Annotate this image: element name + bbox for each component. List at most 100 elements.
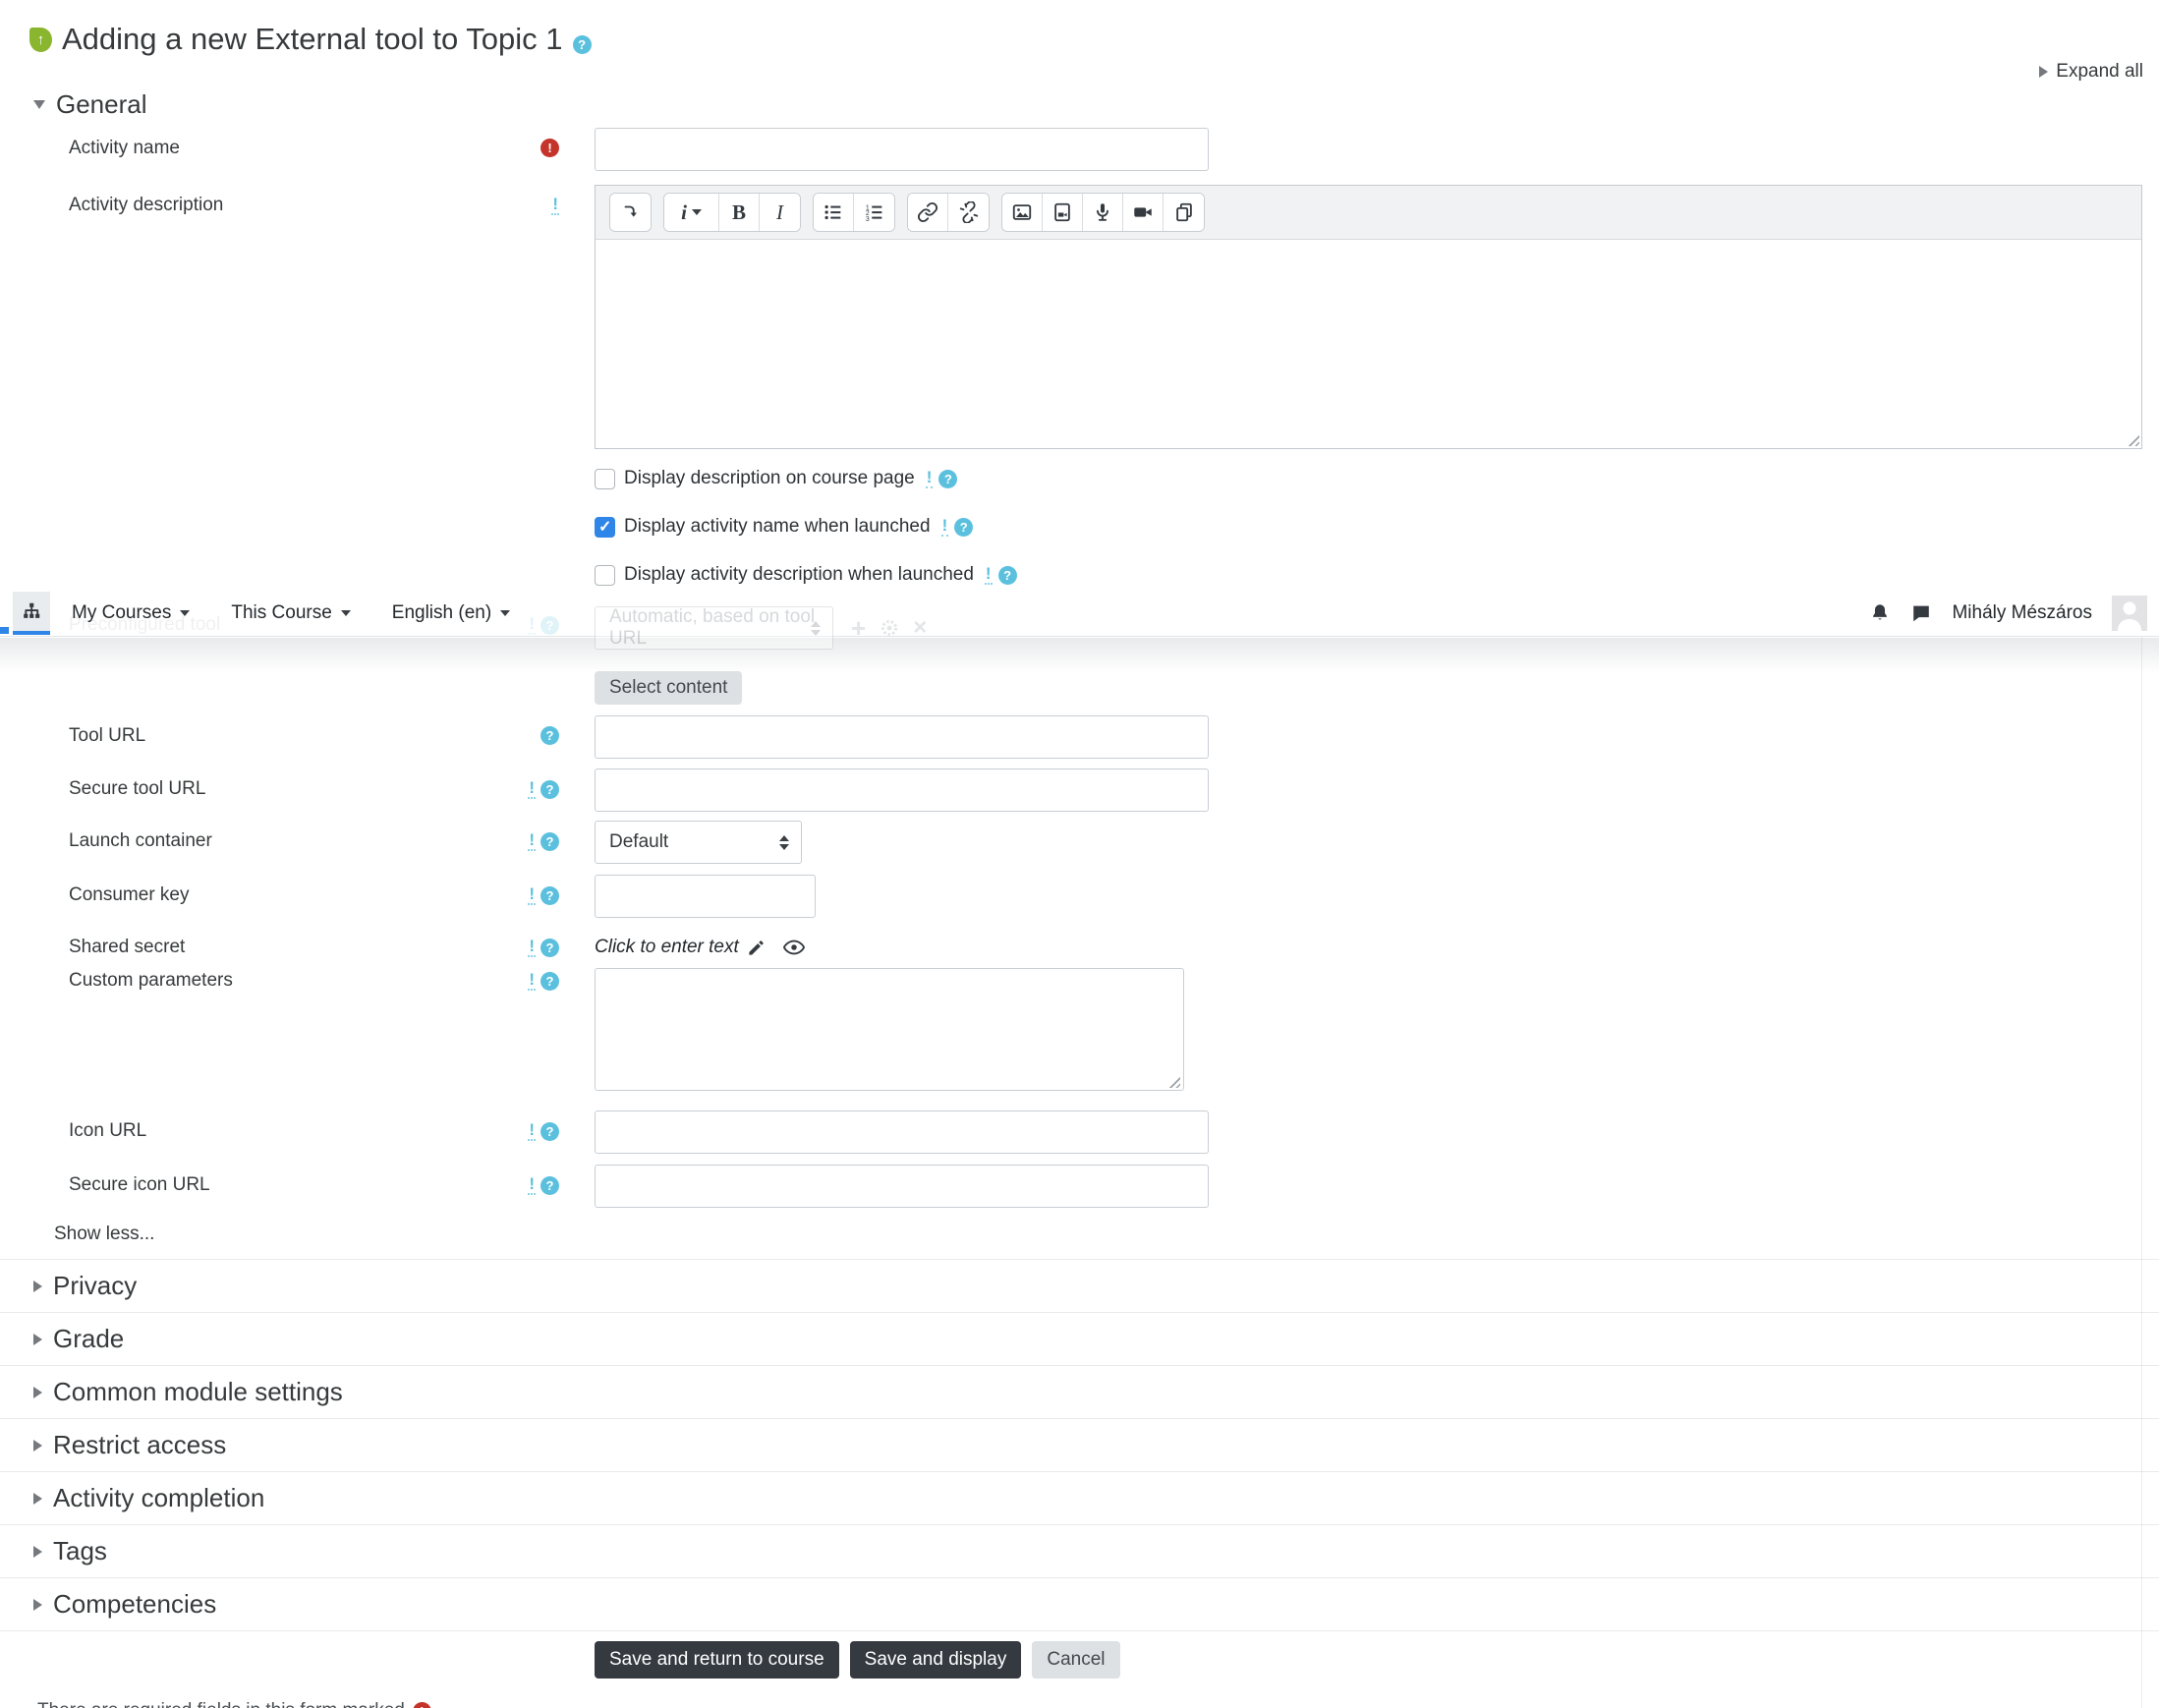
section-header-general[interactable]: General xyxy=(0,86,2159,122)
help-icon[interactable]: ? xyxy=(540,1121,559,1141)
insert-image-button[interactable] xyxy=(1002,194,1043,231)
secure-icon-url-input[interactable] xyxy=(595,1165,1209,1208)
tool-url-input[interactable] xyxy=(595,715,1209,759)
display-activity-description-checkbox[interactable] xyxy=(595,564,615,586)
resize-grip[interactable] xyxy=(2126,432,2139,446)
help-icon[interactable]: ? xyxy=(540,779,559,799)
general-heading: General xyxy=(56,88,147,119)
shared-secret-label: Shared secret xyxy=(69,937,186,957)
unlink-button[interactable] xyxy=(948,194,989,231)
display-activity-name-checkbox[interactable] xyxy=(595,516,615,538)
chevron-right-icon xyxy=(33,1439,42,1452)
row-custom-parameters: Custom parameters !? xyxy=(0,968,2159,1096)
content-right-border xyxy=(2141,637,2142,1708)
section-header-restrict-access[interactable]: Restrict access xyxy=(0,1419,2159,1472)
chevron-down-icon xyxy=(691,209,702,215)
editor-textarea[interactable] xyxy=(596,240,2141,448)
help-icon[interactable]: ? xyxy=(938,469,958,488)
advanced-icon: ! xyxy=(528,778,536,799)
form-actions: Save and return to course Save and displ… xyxy=(595,1641,2159,1679)
section-header-tags[interactable]: Tags xyxy=(0,1525,2159,1578)
help-icon[interactable]: ? xyxy=(572,34,592,54)
section-header-grade[interactable]: Grade xyxy=(0,1313,2159,1366)
display-description-checkbox[interactable] xyxy=(595,468,615,489)
chevron-right-icon xyxy=(33,1545,42,1558)
advanced-icon: ! xyxy=(984,564,993,585)
help-icon[interactable]: ? xyxy=(540,971,559,991)
show-less-link[interactable]: Show less... xyxy=(54,1224,2159,1249)
section-header-privacy[interactable]: Privacy xyxy=(0,1260,2159,1313)
advanced-icon: ! xyxy=(940,516,949,537)
insert-media-button[interactable] xyxy=(1043,194,1083,231)
advanced-icon: ! xyxy=(528,1174,536,1195)
select-arrows-icon xyxy=(779,822,789,863)
external-tool-icon: ↑ xyxy=(29,27,52,52)
edit-pencil-icon[interactable] xyxy=(747,939,766,957)
icon-url-input[interactable] xyxy=(595,1110,1209,1154)
help-icon[interactable]: ? xyxy=(540,885,559,905)
paragraph-styles-button[interactable]: i xyxy=(664,194,719,231)
help-icon[interactable]: ? xyxy=(954,517,974,537)
link-button[interactable] xyxy=(908,194,948,231)
unordered-list-button[interactable] xyxy=(814,194,854,231)
chevron-right-icon xyxy=(2039,66,2049,78)
advanced-icon: ! xyxy=(528,830,536,851)
record-audio-button[interactable] xyxy=(1083,194,1123,231)
checkbox-label: Display description on course page xyxy=(624,468,915,488)
save-and-return-button[interactable]: Save and return to course xyxy=(595,1641,839,1679)
collapse-toolbar-button[interactable] xyxy=(610,194,651,231)
secure-tool-url-label: Secure tool URL xyxy=(69,778,206,799)
italic-button[interactable]: I xyxy=(760,194,800,231)
row-preconfigured-tool: Preconfigured tool !? Automatic, based o… xyxy=(0,604,2159,659)
activity-name-label: Activity name xyxy=(69,138,180,158)
bold-button[interactable]: B xyxy=(719,194,760,231)
custom-parameters-textarea[interactable] xyxy=(595,968,1184,1091)
help-icon[interactable]: ? xyxy=(540,831,559,851)
record-video-button[interactable] xyxy=(1123,194,1164,231)
delete-preconfigured-tool-icon[interactable]: × xyxy=(913,616,927,640)
chevron-down-icon xyxy=(33,99,45,109)
edit-preconfigured-tool-icon[interactable] xyxy=(880,618,899,638)
launch-container-select[interactable]: Default xyxy=(595,821,802,864)
advanced-icon: ! xyxy=(528,970,536,991)
select-content-button[interactable]: Select content xyxy=(595,671,743,705)
chevron-right-icon xyxy=(33,1280,42,1292)
advanced-icon: ! xyxy=(528,937,536,957)
editor-toolbar: i B I 123 xyxy=(596,186,2141,240)
chevron-right-icon xyxy=(33,1598,42,1611)
page-title: Adding a new External tool to Topic 1 xyxy=(62,22,563,56)
row-shared-secret: Shared secret !? Click to enter text xyxy=(0,932,2159,958)
manage-files-button[interactable] xyxy=(1164,194,1204,231)
consumer-key-label: Consumer key xyxy=(69,884,190,905)
row-activity-name: Activity name ! xyxy=(0,128,2159,171)
ordered-list-button[interactable]: 123 xyxy=(854,194,894,231)
unmask-eye-icon[interactable] xyxy=(782,939,805,955)
row-secure-tool-url: Secure tool URL !? xyxy=(0,769,2159,812)
secure-tool-url-input[interactable] xyxy=(595,769,1209,812)
shared-secret-value[interactable]: Click to enter text xyxy=(595,937,739,958)
preconfigured-tool-select[interactable]: Automatic, based on tool URL xyxy=(595,606,833,650)
section-header-activity-completion[interactable]: Activity completion xyxy=(0,1472,2159,1525)
secure-icon-url-label: Secure icon URL xyxy=(69,1174,210,1195)
save-and-display-button[interactable]: Save and display xyxy=(849,1641,1022,1679)
activity-name-input[interactable] xyxy=(595,128,1209,171)
tool-url-label: Tool URL xyxy=(69,725,146,746)
help-icon[interactable]: ? xyxy=(540,615,559,635)
icon-url-label: Icon URL xyxy=(69,1120,147,1141)
help-icon[interactable]: ? xyxy=(540,938,559,957)
consumer-key-input[interactable] xyxy=(595,875,816,918)
page-header: ↑ Adding a new External tool to Topic 1 … xyxy=(0,0,2159,61)
cancel-button[interactable]: Cancel xyxy=(1032,1641,1120,1679)
section-header-common-module-settings[interactable]: Common module settings xyxy=(0,1366,2159,1419)
advanced-icon: ! xyxy=(925,468,934,488)
section-header-competencies[interactable]: Competencies xyxy=(0,1578,2159,1631)
expand-all-link[interactable]: Expand all xyxy=(2039,61,2143,83)
add-preconfigured-tool-icon[interactable]: + xyxy=(851,615,866,641)
help-icon[interactable]: ? xyxy=(540,726,559,745)
row-icon-url: Icon URL !? xyxy=(0,1110,2159,1154)
row-tool-url: Tool URL ? xyxy=(0,715,2159,759)
help-icon[interactable]: ? xyxy=(540,1175,559,1195)
help-icon[interactable]: ? xyxy=(997,565,1017,585)
expand-all-label: Expand all xyxy=(2056,61,2143,82)
chevron-right-icon xyxy=(33,1492,42,1505)
